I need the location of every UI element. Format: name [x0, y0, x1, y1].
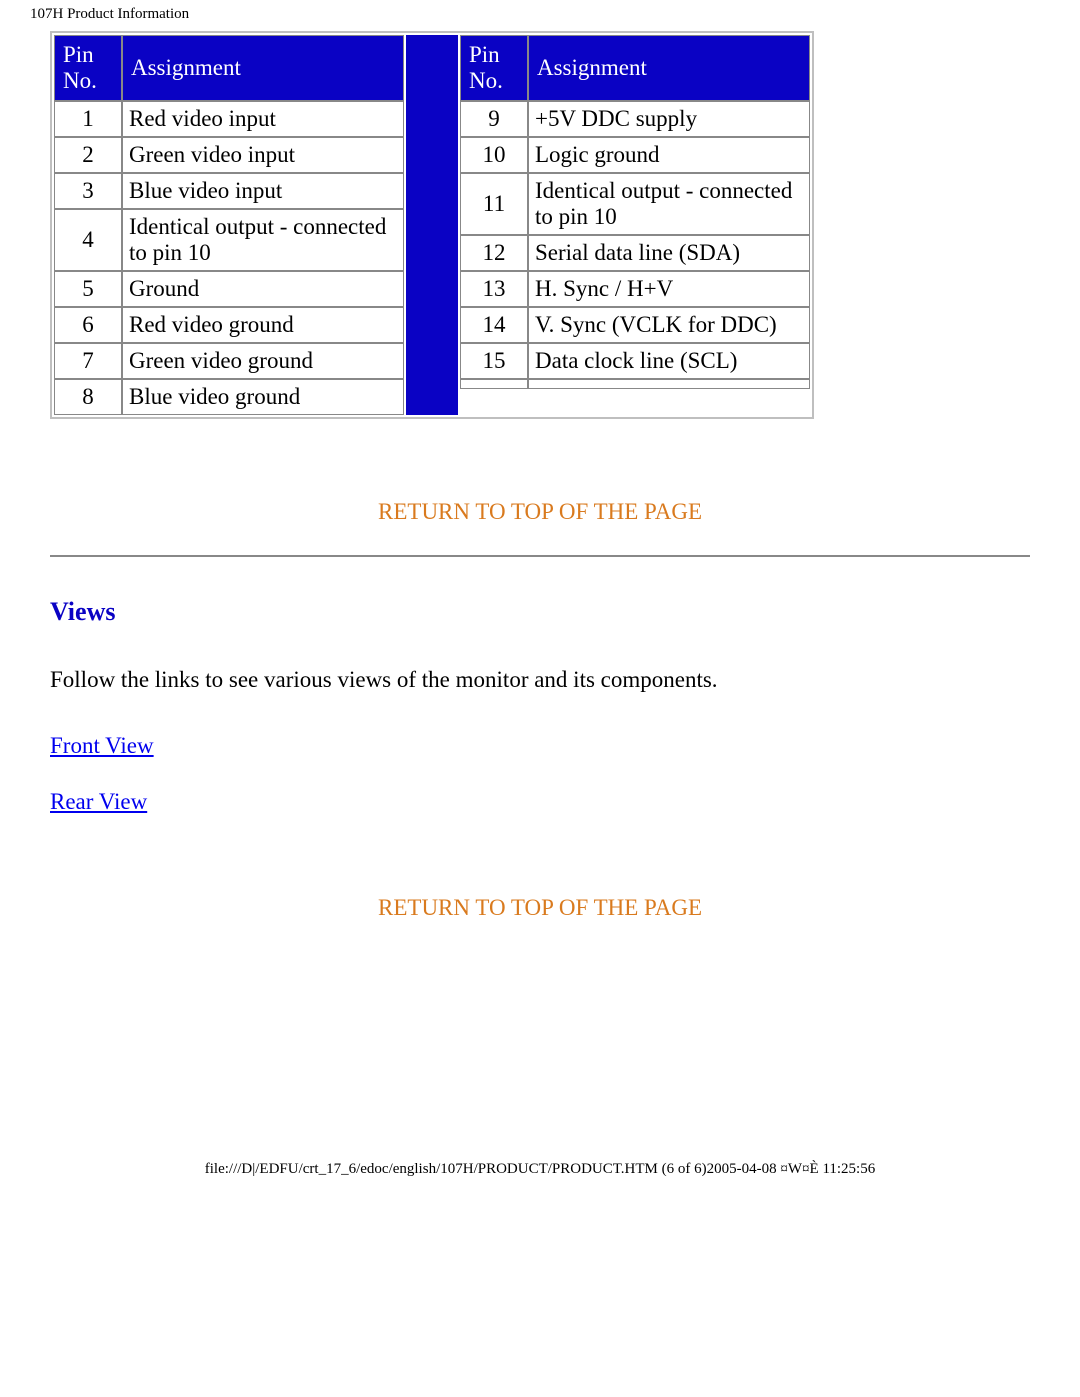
table-row: 13H. Sync / H+V [460, 271, 810, 307]
pin-cell: 1 [54, 101, 122, 137]
header-assign-right: Assignment [528, 35, 810, 101]
views-description: Follow the links to see various views of… [50, 667, 1030, 693]
assign-cell: Green video ground [122, 343, 404, 379]
table-row: 6Red video ground [54, 307, 404, 343]
table-row: 10Logic ground [460, 137, 810, 173]
table-row: 5Ground [54, 271, 404, 307]
table-row: 2Green video input [54, 137, 404, 173]
table-row: 14V. Sync (VCLK for DDC) [460, 307, 810, 343]
footer-path: file:///D|/EDFU/crt_17_6/edoc/english/10… [0, 921, 1080, 1188]
assign-cell: Ground [122, 271, 404, 307]
header-pin-right: Pin No. [460, 35, 528, 101]
divider [50, 555, 1030, 557]
table-spacer [406, 35, 458, 415]
pin-assignment-table: Pin No. Assignment 1Red video input2Gree… [50, 31, 1030, 419]
pin-cell: 9 [460, 101, 528, 137]
return-top-link-2: RETURN TO TOP OF THE PAGE [50, 895, 1030, 921]
pin-cell: 11 [460, 173, 528, 235]
pin-cell: 7 [54, 343, 122, 379]
views-heading: Views [50, 597, 1030, 627]
assign-cell: Serial data line (SDA) [528, 235, 810, 271]
assign-cell [528, 379, 810, 389]
front-view-link[interactable]: Front View [50, 733, 154, 758]
pin-cell: 10 [460, 137, 528, 173]
assign-cell: Blue video ground [122, 379, 404, 415]
page-header: 107H Product Information [0, 0, 1080, 23]
assign-cell: Identical output - connected to pin 10 [528, 173, 810, 235]
table-row: 1Red video input [54, 101, 404, 137]
pin-cell: 12 [460, 235, 528, 271]
table-row: 7Green video ground [54, 343, 404, 379]
pin-cell: 6 [54, 307, 122, 343]
return-top-anchor-2[interactable]: RETURN TO TOP OF THE PAGE [378, 895, 702, 920]
pin-cell [460, 379, 528, 389]
table-row [460, 379, 810, 389]
assign-cell: +5V DDC supply [528, 101, 810, 137]
assign-cell: Red video ground [122, 307, 404, 343]
header-pin-left: Pin No. [54, 35, 122, 101]
assign-cell: Data clock line (SCL) [528, 343, 810, 379]
pin-cell: 4 [54, 209, 122, 271]
header-assign-left: Assignment [122, 35, 404, 101]
assign-cell: Red video input [122, 101, 404, 137]
assign-cell: Green video input [122, 137, 404, 173]
assign-cell: Identical output - connected to pin 10 [122, 209, 404, 271]
table-row: 4Identical output - connected to pin 10 [54, 209, 404, 271]
assign-cell: Logic ground [528, 137, 810, 173]
pin-cell: 2 [54, 137, 122, 173]
pin-cell: 5 [54, 271, 122, 307]
table-row: 3Blue video input [54, 173, 404, 209]
table-row: 15Data clock line (SCL) [460, 343, 810, 379]
table-row: 11Identical output - connected to pin 10 [460, 173, 810, 235]
assign-cell: V. Sync (VCLK for DDC) [528, 307, 810, 343]
return-top-link-1: RETURN TO TOP OF THE PAGE [50, 499, 1030, 525]
table-row: 8Blue video ground [54, 379, 404, 415]
return-top-anchor-1[interactable]: RETURN TO TOP OF THE PAGE [378, 499, 702, 524]
pin-cell: 14 [460, 307, 528, 343]
assign-cell: Blue video input [122, 173, 404, 209]
rear-view-link[interactable]: Rear View [50, 789, 147, 814]
table-row: 9+5V DDC supply [460, 101, 810, 137]
pin-cell: 8 [54, 379, 122, 415]
assign-cell: H. Sync / H+V [528, 271, 810, 307]
pin-cell: 13 [460, 271, 528, 307]
table-row: 12Serial data line (SDA) [460, 235, 810, 271]
pin-cell: 3 [54, 173, 122, 209]
pin-cell: 15 [460, 343, 528, 379]
